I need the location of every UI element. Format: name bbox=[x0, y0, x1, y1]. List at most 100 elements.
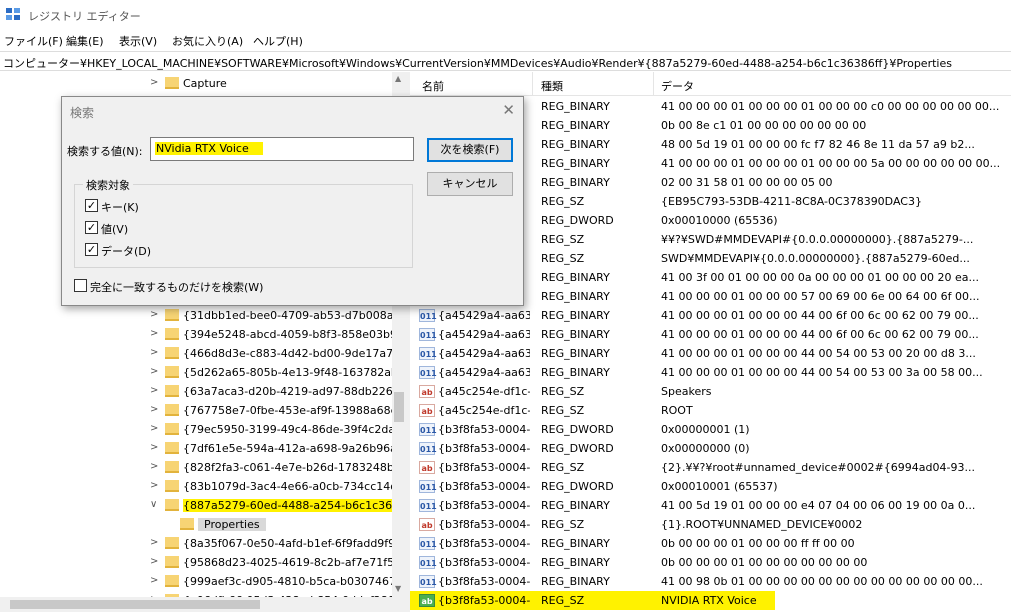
value-row[interactable]: 011{a45429a4-aa63-... REG_BINARY 41 00 00 … bbox=[410, 306, 1011, 325]
chevron-right-icon[interactable]: > bbox=[150, 404, 160, 415]
chevron-right-icon[interactable]: > bbox=[150, 77, 160, 88]
tree-item[interactable]: > {8a35f067-0e50-4afd-b1ef-6f9fadd9f9b( bbox=[0, 534, 405, 553]
tree-item-label[interactable]: {828f2fa3-c061-4e7e-b26d-1783248badl bbox=[183, 461, 405, 474]
value-row[interactable]: ab{b3f8fa53-0004-... REG_SZ {1}.ROOT¥UNNAM… bbox=[410, 515, 1011, 534]
tree-hscroll-thumb[interactable] bbox=[10, 600, 260, 609]
value-row[interactable]: 011{b3f8fa53-0004-... REG_BINARY 41 00 98 … bbox=[410, 572, 1011, 591]
value-row[interactable]: ab{b3f8fa53-0004-... REG_SZ NVIDIA RTX Voi… bbox=[410, 591, 775, 610]
value-row[interactable]: ab{a45c254e-df1c-... REG_SZ ROOT bbox=[410, 401, 1011, 420]
chevron-down-icon[interactable]: ∨ bbox=[150, 499, 160, 510]
menu-file[interactable]: ファイル(F) bbox=[4, 33, 63, 49]
look-at-label: 検索対象 bbox=[83, 177, 133, 193]
chevron-right-icon[interactable]: > bbox=[150, 575, 160, 586]
chevron-right-icon[interactable]: > bbox=[150, 347, 160, 358]
tree-item-label[interactable]: {63a7aca3-d20b-4219-ad97-88db226ee( bbox=[183, 385, 405, 398]
tree-item-label[interactable]: {887a5279-60ed-4488-a254-b6c1c36386 bbox=[183, 499, 405, 512]
find-what-input[interactable]: NVidia RTX Voice bbox=[150, 137, 414, 161]
tree-item-label[interactable]: {8a35f067-0e50-4afd-b1ef-6f9fadd9f9b( bbox=[183, 537, 405, 550]
tree-item[interactable]: ∨ {887a5279-60ed-4488-a254-b6c1c36386 bbox=[0, 496, 405, 515]
chevron-right-icon[interactable]: > bbox=[150, 461, 160, 472]
cancel-button[interactable]: キャンセル bbox=[427, 172, 513, 196]
data-checkbox[interactable]: ✓ bbox=[85, 243, 98, 256]
column-divider[interactable] bbox=[653, 72, 654, 96]
tree-horizontal-scrollbar[interactable] bbox=[0, 597, 406, 612]
tree-item-label[interactable]: {79ec5950-3199-49c4-86de-39f4c2dac6 bbox=[183, 423, 405, 436]
value-type: REG_BINARY bbox=[541, 290, 610, 303]
tree-scroll-thumb[interactable] bbox=[394, 392, 404, 422]
value-row[interactable]: 011{b3f8fa53-0004-... REG_DWORD 0x00000001… bbox=[410, 420, 1011, 439]
tree-item-label[interactable]: {394e5248-abcd-4059-b8f3-858e03b93a bbox=[183, 328, 405, 341]
chevron-right-icon[interactable]: > bbox=[150, 442, 160, 453]
binary-value-icon: 011 bbox=[419, 442, 437, 455]
tree-item[interactable]: > {63a7aca3-d20b-4219-ad97-88db226ee( bbox=[0, 382, 405, 401]
tree-item-label[interactable]: {95868d23-4025-4619-8c2b-af7e71f5853 bbox=[183, 556, 405, 569]
value-name: {a45429a4-aa63-... bbox=[438, 328, 530, 341]
chevron-right-icon[interactable]: > bbox=[150, 423, 160, 434]
menu-view[interactable]: 表示(V) bbox=[119, 33, 157, 49]
chevron-right-icon[interactable]: > bbox=[150, 556, 160, 567]
chevron-right-icon[interactable]: > bbox=[150, 328, 160, 339]
menu-edit[interactable]: 編集(E) bbox=[66, 33, 104, 49]
tree-item[interactable]: > {394e5248-abcd-4059-b8f3-858e03b93a bbox=[0, 325, 405, 344]
data-label[interactable]: データ(D) bbox=[101, 243, 151, 259]
value-name: {b3f8fa53-0004-... bbox=[438, 556, 530, 569]
value-row[interactable]: 011{a45429a4-aa63-... REG_BINARY 41 00 00 … bbox=[410, 344, 1011, 363]
address-bar[interactable]: コンピューター¥HKEY_LOCAL_MACHINE¥SOFTWARE¥Micr… bbox=[0, 51, 1011, 71]
tree-item[interactable]: > {79ec5950-3199-49c4-86de-39f4c2dac6 bbox=[0, 420, 405, 439]
value-data: 0b 00 8e c1 01 00 00 00 00 00 00 00 bbox=[661, 119, 867, 132]
values-label[interactable]: 値(V) bbox=[101, 221, 128, 237]
value-data: 41 00 98 0b 01 00 00 00 00 00 00 00 00 0… bbox=[661, 575, 983, 588]
tree-item[interactable]: > {767758e7-0fbe-453e-af9f-13988a68eb3 bbox=[0, 401, 405, 420]
address-path[interactable]: コンピューター¥HKEY_LOCAL_MACHINE¥SOFTWARE¥Micr… bbox=[3, 55, 952, 71]
tree-item[interactable]: > {466d8d3e-c883-4d42-bd00-9de17a77( bbox=[0, 344, 404, 363]
menu-help[interactable]: ヘルプ(H) bbox=[253, 33, 303, 49]
value-row[interactable]: 011{a45429a4-aa63-... REG_BINARY 41 00 00 … bbox=[410, 325, 1011, 344]
tree-item[interactable]: > {5d262a65-805b-4e13-9f48-163782ab76 bbox=[0, 363, 405, 382]
tree-item-label[interactable]: {466d8d3e-c883-4d42-bd00-9de17a77( bbox=[183, 347, 404, 360]
value-row[interactable]: 011{a45429a4-aa63-... REG_BINARY 41 00 00 … bbox=[410, 363, 1011, 382]
whole-match-checkbox[interactable] bbox=[74, 279, 87, 292]
value-row[interactable]: 011{b3f8fa53-0004-... REG_DWORD 0x00010001… bbox=[410, 477, 1011, 496]
value-row[interactable]: 011{b3f8fa53-0004-... REG_BINARY 0b 00 00 … bbox=[410, 553, 1011, 572]
chevron-right-icon[interactable]: > bbox=[150, 480, 160, 491]
column-header-data[interactable]: データ bbox=[661, 78, 694, 94]
chevron-right-icon[interactable]: > bbox=[150, 385, 160, 396]
value-row[interactable]: 011{b3f8fa53-0004-... REG_DWORD 0x00000000… bbox=[410, 439, 1011, 458]
tree-item[interactable]: > {95868d23-4025-4619-8c2b-af7e71f5853 bbox=[0, 553, 405, 572]
whole-match-label[interactable]: 完全に一致するものだけを検索(W) bbox=[90, 279, 263, 295]
value-row[interactable]: ab{a45c254e-df1c-... REG_SZ Speakers bbox=[410, 382, 1011, 401]
tree-item-label[interactable]: {31dbb1ed-bee0-4709-ab53-d7b008a1f! bbox=[183, 309, 405, 322]
menu-favorites[interactable]: お気に入り(A) bbox=[172, 33, 243, 49]
column-header-name[interactable]: 名前 bbox=[422, 78, 444, 94]
tree-item[interactable]: > {999aef3c-d905-4810-b5ca-b030746717 bbox=[0, 572, 405, 591]
tree-item-label[interactable]: {767758e7-0fbe-453e-af9f-13988a68eb3 bbox=[183, 404, 405, 417]
tree-item-label[interactable]: {83b1079d-3ac4-4e66-a0cb-734cc14d30 bbox=[183, 480, 405, 493]
tree-item[interactable]: Properties bbox=[0, 515, 392, 534]
binary-value-icon: 011 bbox=[419, 366, 437, 379]
tree-item[interactable]: > {31dbb1ed-bee0-4709-ab53-d7b008a1f! bbox=[0, 306, 405, 325]
scroll-up-arrow-icon[interactable]: ▲ bbox=[395, 74, 401, 83]
column-divider[interactable] bbox=[532, 72, 533, 96]
tree-item-label[interactable]: {5d262a65-805b-4e13-9f48-163782ab76 bbox=[183, 366, 405, 379]
close-icon[interactable]: ✕ bbox=[502, 101, 515, 119]
chevron-right-icon[interactable]: > bbox=[150, 366, 160, 377]
tree-item-label[interactable]: {7df61e5e-594a-412a-a698-9a26b96a15 bbox=[183, 442, 405, 455]
tree-item[interactable]: > {828f2fa3-c061-4e7e-b26d-1783248badl bbox=[0, 458, 405, 477]
tree-item[interactable]: > {83b1079d-3ac4-4e66-a0cb-734cc14d30 bbox=[0, 477, 405, 496]
value-row[interactable]: 011{b3f8fa53-0004-... REG_BINARY 0b 00 00 … bbox=[410, 534, 1011, 553]
column-header-type[interactable]: 種類 bbox=[541, 78, 563, 94]
chevron-right-icon[interactable]: > bbox=[150, 309, 160, 320]
tree-item-label[interactable]: Properties bbox=[198, 518, 266, 531]
values-checkbox[interactable]: ✓ bbox=[85, 221, 98, 234]
tree-item-label[interactable]: Capture bbox=[183, 77, 227, 90]
value-row[interactable]: ab{b3f8fa53-0004-... REG_SZ {2}.¥¥?¥root#u… bbox=[410, 458, 1011, 477]
tree-item[interactable]: > {7df61e5e-594a-412a-a698-9a26b96a15 bbox=[0, 439, 405, 458]
scroll-down-arrow-icon[interactable]: ▼ bbox=[395, 584, 401, 593]
tree-item[interactable]: > Capture bbox=[0, 74, 392, 93]
find-next-button[interactable]: 次を検索(F) bbox=[427, 138, 513, 162]
value-row[interactable]: 011{b3f8fa53-0004-... REG_BINARY 41 00 5d … bbox=[410, 496, 1011, 515]
keys-checkbox[interactable]: ✓ bbox=[85, 199, 98, 212]
chevron-right-icon[interactable]: > bbox=[150, 537, 160, 548]
keys-label[interactable]: キー(K) bbox=[101, 199, 139, 215]
tree-item-label[interactable]: {999aef3c-d905-4810-b5ca-b030746717 bbox=[183, 575, 405, 588]
